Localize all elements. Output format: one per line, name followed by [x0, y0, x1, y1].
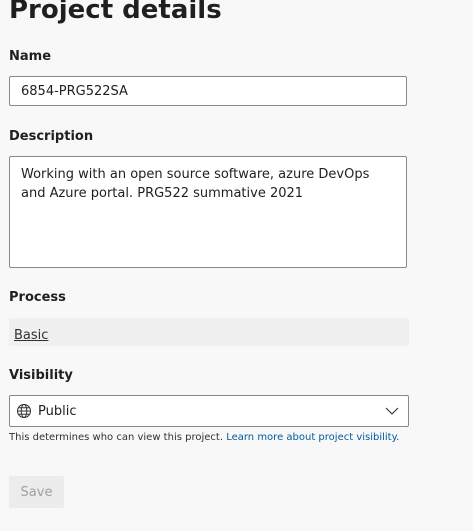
visibility-label: Visibility	[9, 368, 73, 383]
globe-icon	[16, 403, 32, 419]
page-title: Project details	[9, 0, 222, 25]
name-field[interactable]: 6854-PRG522SA	[9, 76, 407, 106]
visibility-value: Public	[38, 403, 77, 419]
process-label: Process	[9, 290, 66, 305]
visibility-dropdown[interactable]: Public	[9, 395, 409, 427]
description-label: Description	[9, 129, 94, 144]
project-details-page: Project details Name 6854-PRG522SA Descr…	[0, 0, 473, 531]
description-field[interactable]: Working with an open source software, az…	[9, 156, 407, 268]
visibility-help: This determines who can view this projec…	[9, 431, 399, 445]
visibility-help-text: This determines who can view this projec…	[9, 432, 223, 443]
process-field: Basic	[9, 318, 409, 346]
process-link[interactable]: Basic	[14, 328, 48, 343]
save-button[interactable]: Save	[9, 476, 64, 508]
visibility-learn-more-link[interactable]: Learn more about project visibility.	[226, 432, 399, 443]
chevron-down-icon	[384, 403, 400, 419]
name-label: Name	[9, 49, 52, 64]
